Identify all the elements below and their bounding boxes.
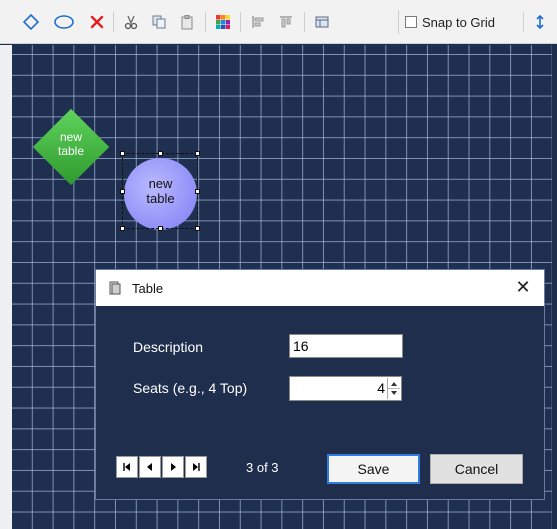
align-top-icon[interactable]	[275, 11, 297, 33]
resize-handle[interactable]	[195, 189, 200, 194]
toolbar: Snap to Grid	[0, 0, 557, 44]
close-icon[interactable]: ✕	[512, 276, 534, 298]
canvas-left-gutter	[0, 45, 12, 529]
next-record-icon[interactable]	[162, 456, 184, 478]
dialog-title: Table	[132, 281, 164, 296]
ellipse-shape-icon[interactable]	[52, 11, 76, 33]
snap-to-grid-checkbox[interactable]	[405, 16, 417, 28]
resize-handle[interactable]	[195, 226, 200, 231]
table-dialog: Table ✕ Description Seats (e.g., 4 Top) …	[95, 269, 545, 500]
seats-spin-buttons[interactable]	[387, 378, 400, 399]
diamond-label-line2: table	[57, 144, 85, 158]
seats-value: 4	[377, 380, 385, 396]
seats-stepper[interactable]: 4	[289, 376, 402, 401]
diamond-table-label: new table	[40, 130, 102, 158]
snap-to-grid-label: Snap to Grid	[422, 14, 495, 30]
previous-record-icon[interactable]	[139, 456, 161, 478]
seats-label: Seats (e.g., 4 Top)	[133, 380, 248, 396]
copy-icon[interactable]	[148, 11, 170, 33]
dialog-title-bar: Table ✕	[96, 270, 544, 306]
table-view-icon[interactable]	[311, 11, 333, 33]
resize-handle[interactable]	[120, 226, 125, 231]
selection-box	[122, 153, 198, 229]
diamond-label-line1: new	[59, 130, 82, 144]
cancel-button[interactable]: Cancel	[430, 454, 523, 484]
resize-handle[interactable]	[158, 151, 163, 156]
resize-handle[interactable]	[120, 189, 125, 194]
color-palette-icon[interactable]	[212, 11, 234, 33]
resize-handle[interactable]	[120, 151, 125, 156]
align-left-icon[interactable]	[247, 11, 269, 33]
last-record-icon[interactable]	[185, 456, 207, 478]
delete-icon[interactable]	[86, 11, 108, 33]
diamond-shape-icon[interactable]	[20, 11, 42, 33]
resize-handle[interactable]	[195, 151, 200, 156]
paste-icon[interactable]	[176, 11, 198, 33]
cut-icon[interactable]	[120, 11, 142, 33]
record-position: 3 of 3	[246, 460, 279, 475]
save-button[interactable]: Save	[327, 454, 420, 484]
record-navigator	[116, 456, 208, 478]
table-icon	[108, 280, 122, 299]
more-arrow-icon[interactable]	[529, 11, 551, 33]
description-label: Description	[133, 339, 204, 355]
resize-handle[interactable]	[158, 226, 163, 231]
description-field[interactable]	[289, 334, 403, 358]
snap-to-grid-toggle[interactable]: Snap to Grid	[398, 10, 518, 34]
first-record-icon[interactable]	[116, 456, 138, 478]
